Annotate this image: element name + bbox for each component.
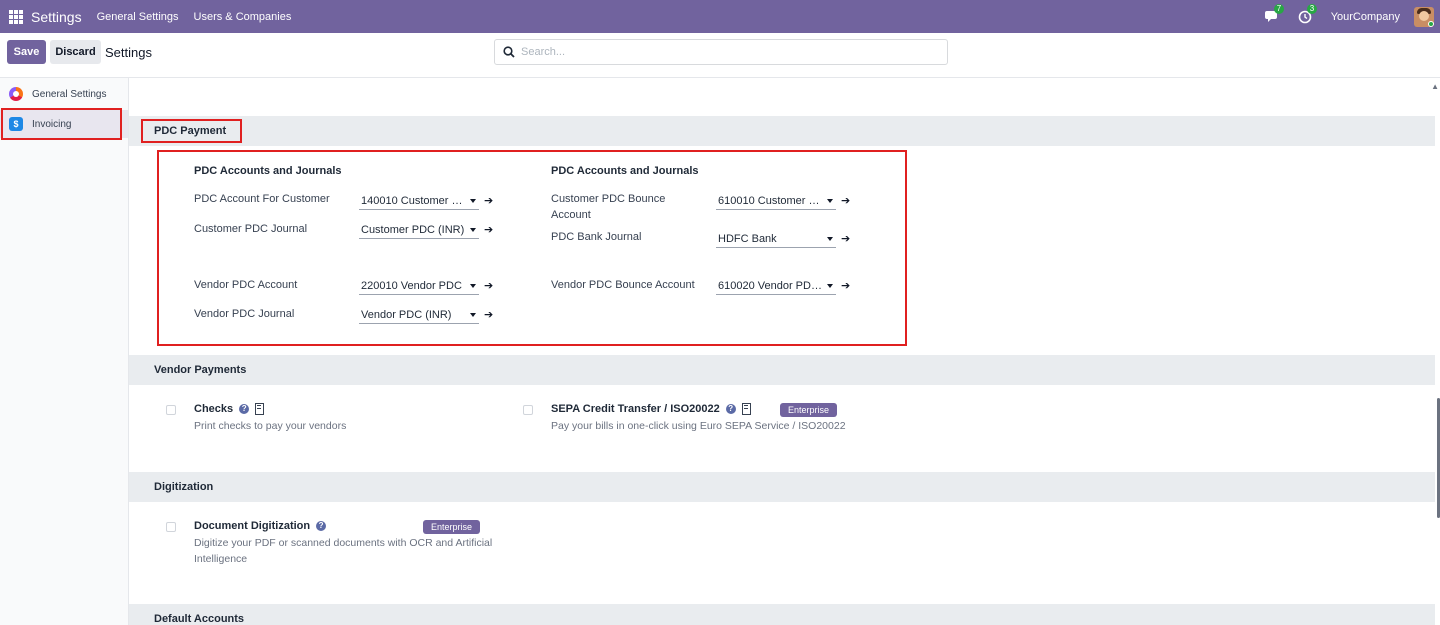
discard-button[interactable]: Discard xyxy=(50,40,101,64)
enterprise-badge: Enterprise xyxy=(423,520,480,534)
search-input[interactable] xyxy=(521,46,921,58)
checks-description: Print checks to pay your vendors xyxy=(194,420,347,432)
doc-digitization-description-line2: Intelligence xyxy=(194,553,248,565)
settings-sidebar: General Settings $ Invoicing xyxy=(0,78,129,625)
section-title: Digitization xyxy=(154,481,214,493)
sepa-description: Pay your bills in one-click using Euro S… xyxy=(551,420,846,432)
section-title: Vendor Payments xyxy=(154,364,247,376)
sepa-title: SEPA Credit Transfer / ISO20022 xyxy=(551,403,720,415)
doc-digitization-title: Document Digitization xyxy=(194,520,311,532)
sidebar-item-general-settings[interactable]: General Settings xyxy=(0,80,128,108)
top-navbar: Settings General Settings Users & Compan… xyxy=(0,0,1440,33)
odoo-general-icon xyxy=(9,87,23,101)
highlight-box-pdc-title xyxy=(141,119,242,143)
highlight-box-invoicing xyxy=(1,108,122,140)
section-pdc-payment: PDC Payment xyxy=(129,116,1435,146)
checks-checkbox[interactable] xyxy=(166,405,176,415)
menu-general-settings[interactable]: General Settings xyxy=(97,11,179,23)
help-icon[interactable]: ? xyxy=(239,404,250,414)
sidebar-item-label: General Settings xyxy=(32,88,107,100)
highlight-box-pdc-fields xyxy=(157,150,907,346)
company-switcher[interactable]: YourCompany xyxy=(1331,11,1400,23)
sepa-title-row: SEPA Credit Transfer / ISO20022 ? xyxy=(551,403,751,415)
save-button[interactable]: Save xyxy=(7,40,46,64)
messages-button[interactable]: 7 xyxy=(1264,3,1285,24)
activities-badge: 3 xyxy=(1306,3,1318,14)
sepa-checkbox[interactable] xyxy=(523,405,533,415)
apps-menu-icon[interactable] xyxy=(9,9,23,24)
help-icon[interactable]: ? xyxy=(725,404,736,414)
page-title: Settings xyxy=(105,45,152,60)
online-status-dot xyxy=(1428,20,1434,27)
section-title: Default Accounts xyxy=(154,613,245,625)
app-title[interactable]: Settings xyxy=(31,9,82,25)
messages-badge: 7 xyxy=(1273,3,1285,14)
control-panel: Save Discard Settings xyxy=(0,33,1440,78)
doc-digitization-description-line1: Digitize your PDF or scanned documents w… xyxy=(194,537,493,549)
section-digitization: Digitization xyxy=(129,472,1435,502)
scroll-up-icon[interactable]: ▲ xyxy=(1431,82,1439,91)
section-vendor-payments: Vendor Payments xyxy=(129,355,1435,385)
section-default-accounts: Default Accounts xyxy=(129,604,1435,625)
settings-content: ▲ PDC Payment PDC Accounts and Journals … xyxy=(129,78,1440,625)
enterprise-badge: Enterprise xyxy=(780,403,837,417)
activities-button[interactable]: 3 xyxy=(1298,3,1318,24)
document-digitization-checkbox[interactable] xyxy=(166,522,176,532)
menu-users-companies[interactable]: Users & Companies xyxy=(194,11,292,23)
doc-digitization-title-row: Document Digitization ? xyxy=(194,520,327,532)
search-icon xyxy=(503,46,515,58)
company-building-icon xyxy=(741,403,751,415)
checks-title-row: Checks ? xyxy=(194,403,265,415)
checks-title: Checks xyxy=(194,403,234,415)
help-icon[interactable]: ? xyxy=(316,521,327,531)
company-building-icon xyxy=(255,403,265,415)
user-avatar[interactable] xyxy=(1414,6,1434,27)
search-box xyxy=(494,39,948,65)
